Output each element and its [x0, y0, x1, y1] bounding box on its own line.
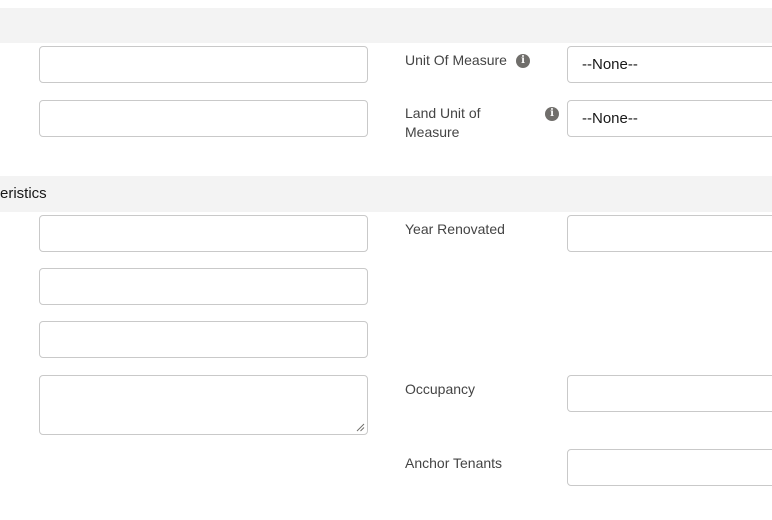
land-unit-of-measure-label: Land Unit of Measure [405, 104, 481, 142]
land-unit-label-line2: Measure [405, 124, 460, 140]
resize-handle-icon[interactable] [355, 422, 365, 432]
year-renovated-label: Year Renovated [405, 221, 505, 237]
section-title: eristics [0, 185, 47, 202]
info-icon[interactable]: i [516, 54, 530, 68]
left-text-input-3[interactable] [39, 215, 368, 252]
info-icon[interactable]: i [545, 107, 559, 121]
left-text-input-4[interactable] [39, 268, 368, 305]
occupancy-input[interactable] [567, 375, 772, 412]
land-unit-label-line1: Land Unit of [405, 105, 481, 121]
section-header-top [0, 8, 772, 43]
anchor-tenants-label: Anchor Tenants [405, 455, 503, 471]
section-header-characteristics[interactable]: eristics [0, 176, 772, 212]
left-text-input-5[interactable] [39, 321, 368, 358]
left-text-input-2[interactable] [39, 100, 368, 137]
unit-of-measure-value: --None-- [582, 56, 638, 73]
left-textarea[interactable] [39, 375, 368, 435]
year-renovated-input[interactable] [567, 215, 772, 252]
left-text-input-1[interactable] [39, 46, 368, 83]
record-edit-form: Unit Of Measure i --None-- Land Unit of … [0, 0, 772, 520]
anchor-tenants-input[interactable] [567, 449, 772, 486]
unit-of-measure-label: Unit Of Measure [405, 52, 507, 68]
land-unit-of-measure-value: --None-- [582, 110, 638, 127]
land-unit-of-measure-select[interactable]: --None-- [567, 100, 772, 137]
occupancy-label: Occupancy [405, 381, 476, 397]
unit-of-measure-select[interactable]: --None-- [567, 46, 772, 83]
